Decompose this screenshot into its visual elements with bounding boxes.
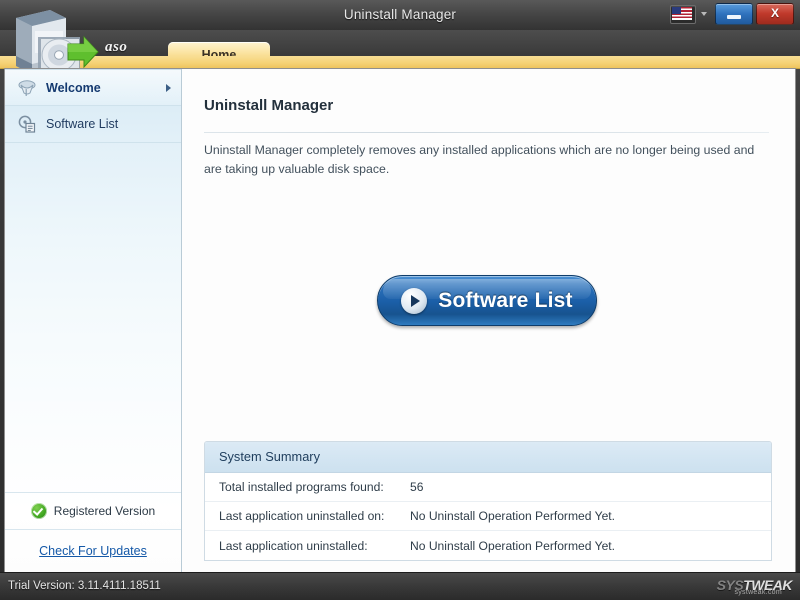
welcome-icon <box>17 78 37 98</box>
table-row: Last application uninstalled on: No Unin… <box>205 502 771 531</box>
page-description: Uninstall Manager completely removes any… <box>204 141 774 179</box>
main-panel: Uninstall Manager Uninstall Manager comp… <box>182 69 795 572</box>
summary-value: No Uninstall Operation Performed Yet. <box>410 509 771 523</box>
watermark-subtext: systweak.com <box>734 589 782 596</box>
systweak-watermark: SYSTWEAK systweak.com <box>717 577 792 593</box>
check-updates-area: Check For Updates <box>5 530 181 572</box>
minimize-button[interactable] <box>715 3 753 25</box>
status-bar: Trial Version: 3.11.4111.18511 SYSTWEAK … <box>0 572 800 600</box>
summary-value: No Uninstall Operation Performed Yet. <box>410 539 771 553</box>
page-title: Uninstall Manager <box>204 97 333 114</box>
sidebar-item-software-list[interactable]: Software List <box>5 106 181 143</box>
title-bar: Uninstall Manager X <box>0 0 800 31</box>
client-area: Welcome Software List Registered <box>4 68 796 573</box>
sidebar-item-software-list-label: Software List <box>46 117 118 131</box>
table-row: Last application uninstalled: No Uninsta… <box>205 531 771 560</box>
summary-key: Last application uninstalled: <box>205 539 410 553</box>
software-list-button-label: Software List <box>438 289 572 313</box>
chevron-down-icon[interactable] <box>701 12 707 16</box>
chevron-right-icon <box>166 84 171 92</box>
window-controls: X <box>670 3 794 25</box>
summary-value: 56 <box>410 480 771 494</box>
registered-version-status: Registered Version <box>5 492 181 530</box>
check-circle-icon <box>31 503 47 519</box>
play-icon <box>401 288 427 314</box>
sidebar: Welcome Software List Registered <box>5 69 182 572</box>
table-row: Total installed programs found: 56 <box>205 473 771 502</box>
system-summary-panel: System Summary Total installed programs … <box>204 441 772 561</box>
sidebar-item-welcome-label: Welcome <box>46 81 101 95</box>
summary-key: Last application uninstalled on: <box>205 509 410 523</box>
software-list-icon <box>17 114 37 134</box>
check-for-updates-link[interactable]: Check For Updates <box>39 544 147 558</box>
application-window: Uninstall Manager X aso Home Help <box>0 0 800 600</box>
summary-key: Total installed programs found: <box>205 480 410 494</box>
trial-version-label: Trial Version: 3.11.4111.18511 <box>8 573 161 599</box>
us-flag-icon[interactable] <box>670 5 696 24</box>
flag-canton <box>672 7 681 14</box>
brand-logo: aso <box>105 39 127 56</box>
software-list-button[interactable]: Software List <box>377 275 597 326</box>
registered-version-label: Registered Version <box>54 504 155 518</box>
title-divider <box>204 132 769 133</box>
system-summary-header: System Summary <box>205 442 771 473</box>
sidebar-spacer <box>5 143 181 492</box>
close-button[interactable]: X <box>756 3 794 25</box>
sidebar-item-welcome[interactable]: Welcome <box>5 69 181 106</box>
close-icon: X <box>757 4 793 23</box>
